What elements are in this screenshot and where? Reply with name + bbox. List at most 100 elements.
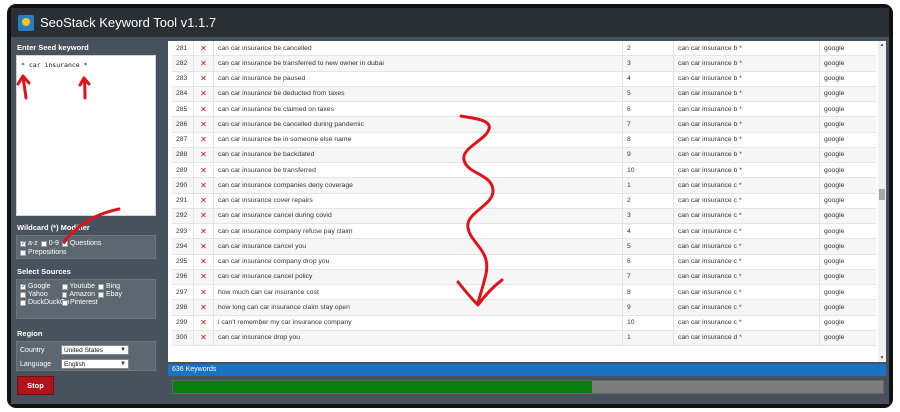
checkbox-icon[interactable] bbox=[98, 283, 104, 290]
delete-icon[interactable]: ✕ bbox=[194, 315, 214, 330]
source-google[interactable]: ✓ Google bbox=[20, 283, 59, 290]
stop-button[interactable]: Stop bbox=[17, 376, 54, 395]
source-cell: google bbox=[824, 319, 845, 327]
table-row: 294 ✕ can car insurance cancel you 5 can car… bbox=[172, 239, 876, 255]
delete-icon[interactable]: ✕ bbox=[194, 285, 214, 300]
seed-cell: can car insurance c * bbox=[674, 193, 820, 208]
checkbox-icon[interactable] bbox=[20, 291, 26, 298]
source-cell: google bbox=[824, 166, 845, 174]
keyword-cell: can car insurance be transferred bbox=[214, 163, 623, 178]
delete-icon[interactable]: ✕ bbox=[194, 41, 214, 56]
seed-cell: can car insurance c * bbox=[674, 269, 820, 284]
delete-icon[interactable]: ✕ bbox=[194, 178, 214, 193]
checkbox-icon[interactable] bbox=[40, 240, 47, 247]
source-cell: google bbox=[824, 151, 845, 159]
delete-icon[interactable]: ✕ bbox=[194, 56, 214, 71]
position-cell: 4 bbox=[623, 224, 674, 239]
wildcard-label: Wildcard (*) Modifier bbox=[17, 223, 90, 232]
delete-icon[interactable]: ✕ bbox=[194, 330, 214, 345]
seed-cell: can car insurance c * bbox=[674, 239, 820, 254]
table-row: 297 ✕ how much can car insurance cost 8 can … bbox=[172, 285, 876, 301]
row-number: 285 bbox=[172, 102, 194, 117]
checkbox-icon[interactable]: ✓ bbox=[20, 283, 26, 290]
seed-cell: can car insurance c * bbox=[674, 178, 820, 193]
delete-icon[interactable]: ✕ bbox=[194, 132, 214, 147]
delete-icon[interactable]: ✕ bbox=[194, 224, 214, 239]
checkbox-icon[interactable]: ✓ bbox=[61, 240, 68, 247]
results-table: 281 ✕ can car insurance be cancelled 2 can c… bbox=[172, 41, 876, 346]
checkbox-icon[interactable] bbox=[20, 299, 26, 306]
table-row: 295 ✕ can car insurance company drop you 6 c… bbox=[172, 254, 876, 270]
seed-cell: can car insurance c * bbox=[674, 224, 820, 239]
position-cell: 7 bbox=[623, 269, 674, 284]
delete-icon[interactable]: ✕ bbox=[194, 208, 214, 223]
scrollbar[interactable]: ▲ ▼ bbox=[878, 41, 886, 362]
keyword-cell: can car insurance be cancelled bbox=[214, 41, 623, 56]
seed-cell: can car insurance c * bbox=[674, 300, 820, 315]
row-number: 292 bbox=[172, 208, 194, 223]
delete-icon[interactable]: ✕ bbox=[194, 147, 214, 162]
source-cell: google bbox=[824, 44, 845, 52]
delete-icon[interactable]: ✕ bbox=[194, 193, 214, 208]
wildcard-option-questions[interactable]: ✓ Questions bbox=[61, 240, 101, 247]
keyword-cell: can car insurance be backdated bbox=[214, 147, 623, 162]
delete-icon[interactable]: ✕ bbox=[194, 254, 214, 269]
language-select[interactable]: English ▼ bbox=[61, 359, 129, 369]
row-number: 294 bbox=[172, 239, 194, 254]
table-row: 286 ✕ can car insurance be cancelled durin… bbox=[172, 117, 876, 133]
keyword-cell: can car insurance be cancelled during pa… bbox=[214, 117, 623, 132]
position-cell: 10 bbox=[623, 163, 674, 178]
scroll-down-icon[interactable]: ▼ bbox=[878, 354, 886, 362]
position-cell: 9 bbox=[623, 300, 674, 315]
seed-cell: can car insurance c * bbox=[674, 254, 820, 269]
scroll-up-icon[interactable]: ▲ bbox=[878, 41, 886, 49]
source-cell: google bbox=[824, 197, 845, 205]
table-row: 290 ✕ can car insurance companies deny cov… bbox=[172, 178, 876, 194]
keyword-cell: can car insurance cancel during covid bbox=[214, 208, 623, 223]
checkbox-icon[interactable] bbox=[62, 299, 68, 306]
source-cell: google bbox=[824, 273, 845, 281]
scroll-thumb[interactable] bbox=[879, 189, 885, 200]
row-number: 293 bbox=[172, 224, 194, 239]
keyword-cell: can car insurance companies deny coverag… bbox=[214, 178, 623, 193]
position-cell: 10 bbox=[623, 315, 674, 330]
country-select[interactable]: United States ▼ bbox=[61, 345, 129, 355]
checkbox-icon[interactable] bbox=[20, 249, 26, 256]
row-number: 282 bbox=[172, 56, 194, 71]
delete-icon[interactable]: ✕ bbox=[194, 163, 214, 178]
seed-keyword-input[interactable]: * car insurance * bbox=[16, 55, 156, 216]
delete-icon[interactable]: ✕ bbox=[194, 239, 214, 254]
position-cell: 6 bbox=[623, 254, 674, 269]
wildcard-option-prepositions[interactable]: Prepositions bbox=[20, 249, 67, 256]
source-youtube[interactable]: Youtube bbox=[62, 283, 95, 290]
position-cell: 6 bbox=[623, 102, 674, 117]
source-bing[interactable]: Bing bbox=[98, 283, 135, 290]
row-number: 290 bbox=[172, 178, 194, 193]
delete-icon[interactable]: ✕ bbox=[194, 300, 214, 315]
wildcard-option-az[interactable]: ✓ a-z bbox=[20, 240, 38, 247]
table-row: 281 ✕ can car insurance be cancelled 2 can c… bbox=[172, 41, 876, 57]
row-number: 284 bbox=[172, 86, 194, 101]
checkbox-icon[interactable] bbox=[98, 291, 104, 298]
delete-icon[interactable]: ✕ bbox=[194, 86, 214, 101]
checkbox-icon[interactable] bbox=[62, 291, 68, 298]
source-pinterest[interactable]: Pinterest bbox=[62, 299, 135, 306]
position-cell: 9 bbox=[623, 147, 674, 162]
checkbox-icon[interactable]: ✓ bbox=[20, 240, 26, 247]
delete-icon[interactable]: ✕ bbox=[194, 71, 214, 86]
source-amazon[interactable]: Amazon bbox=[62, 291, 95, 298]
row-number: 295 bbox=[172, 254, 194, 269]
delete-icon[interactable]: ✕ bbox=[194, 102, 214, 117]
wildcard-option-09[interactable]: 0-9 bbox=[40, 240, 59, 247]
source-yahoo[interactable]: Yahoo bbox=[20, 291, 59, 298]
app-window: SeoStack Keyword Tool v1.1.7 Enter Seed … bbox=[11, 8, 889, 404]
region-options: Country United States ▼ Language English ▼ bbox=[16, 341, 156, 371]
delete-icon[interactable]: ✕ bbox=[194, 117, 214, 132]
delete-icon[interactable]: ✕ bbox=[194, 269, 214, 284]
source-cell: google bbox=[824, 181, 845, 189]
source-ebay[interactable]: Ebay bbox=[98, 291, 135, 298]
position-cell: 3 bbox=[623, 208, 674, 223]
source-cell: google bbox=[824, 59, 845, 67]
checkbox-icon[interactable] bbox=[62, 283, 68, 290]
source-cell: google bbox=[824, 288, 845, 296]
